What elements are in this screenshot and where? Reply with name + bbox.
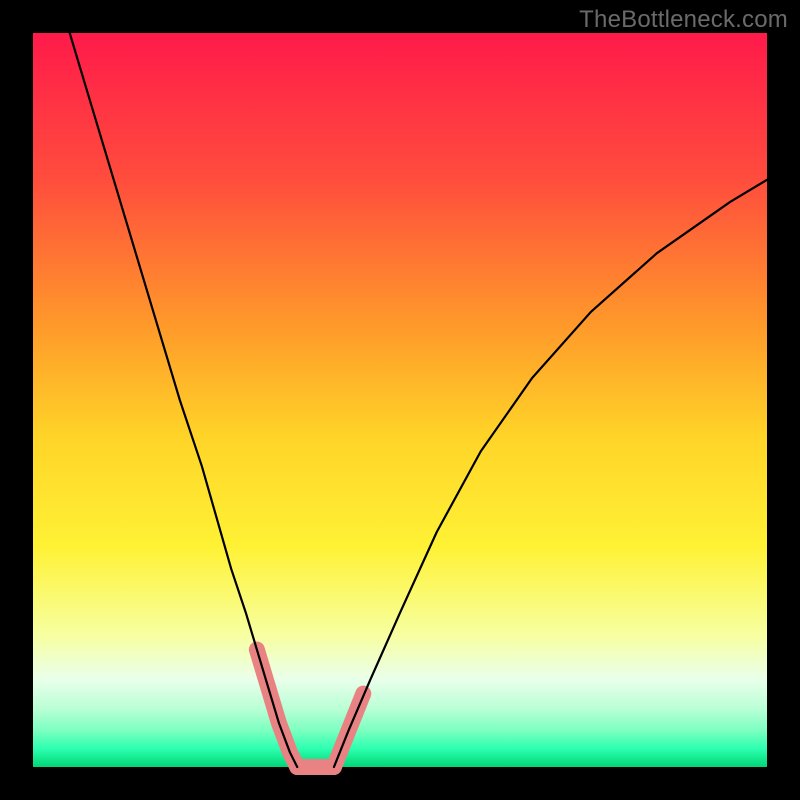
chart-canvas: TheBottleneck.com bbox=[0, 0, 800, 800]
lines-group bbox=[70, 33, 767, 767]
watermark-text: TheBottleneck.com bbox=[579, 6, 788, 34]
curve-layer bbox=[33, 33, 767, 767]
right-curve bbox=[334, 180, 767, 767]
highlight-group bbox=[257, 650, 363, 767]
plot-area bbox=[33, 33, 767, 767]
